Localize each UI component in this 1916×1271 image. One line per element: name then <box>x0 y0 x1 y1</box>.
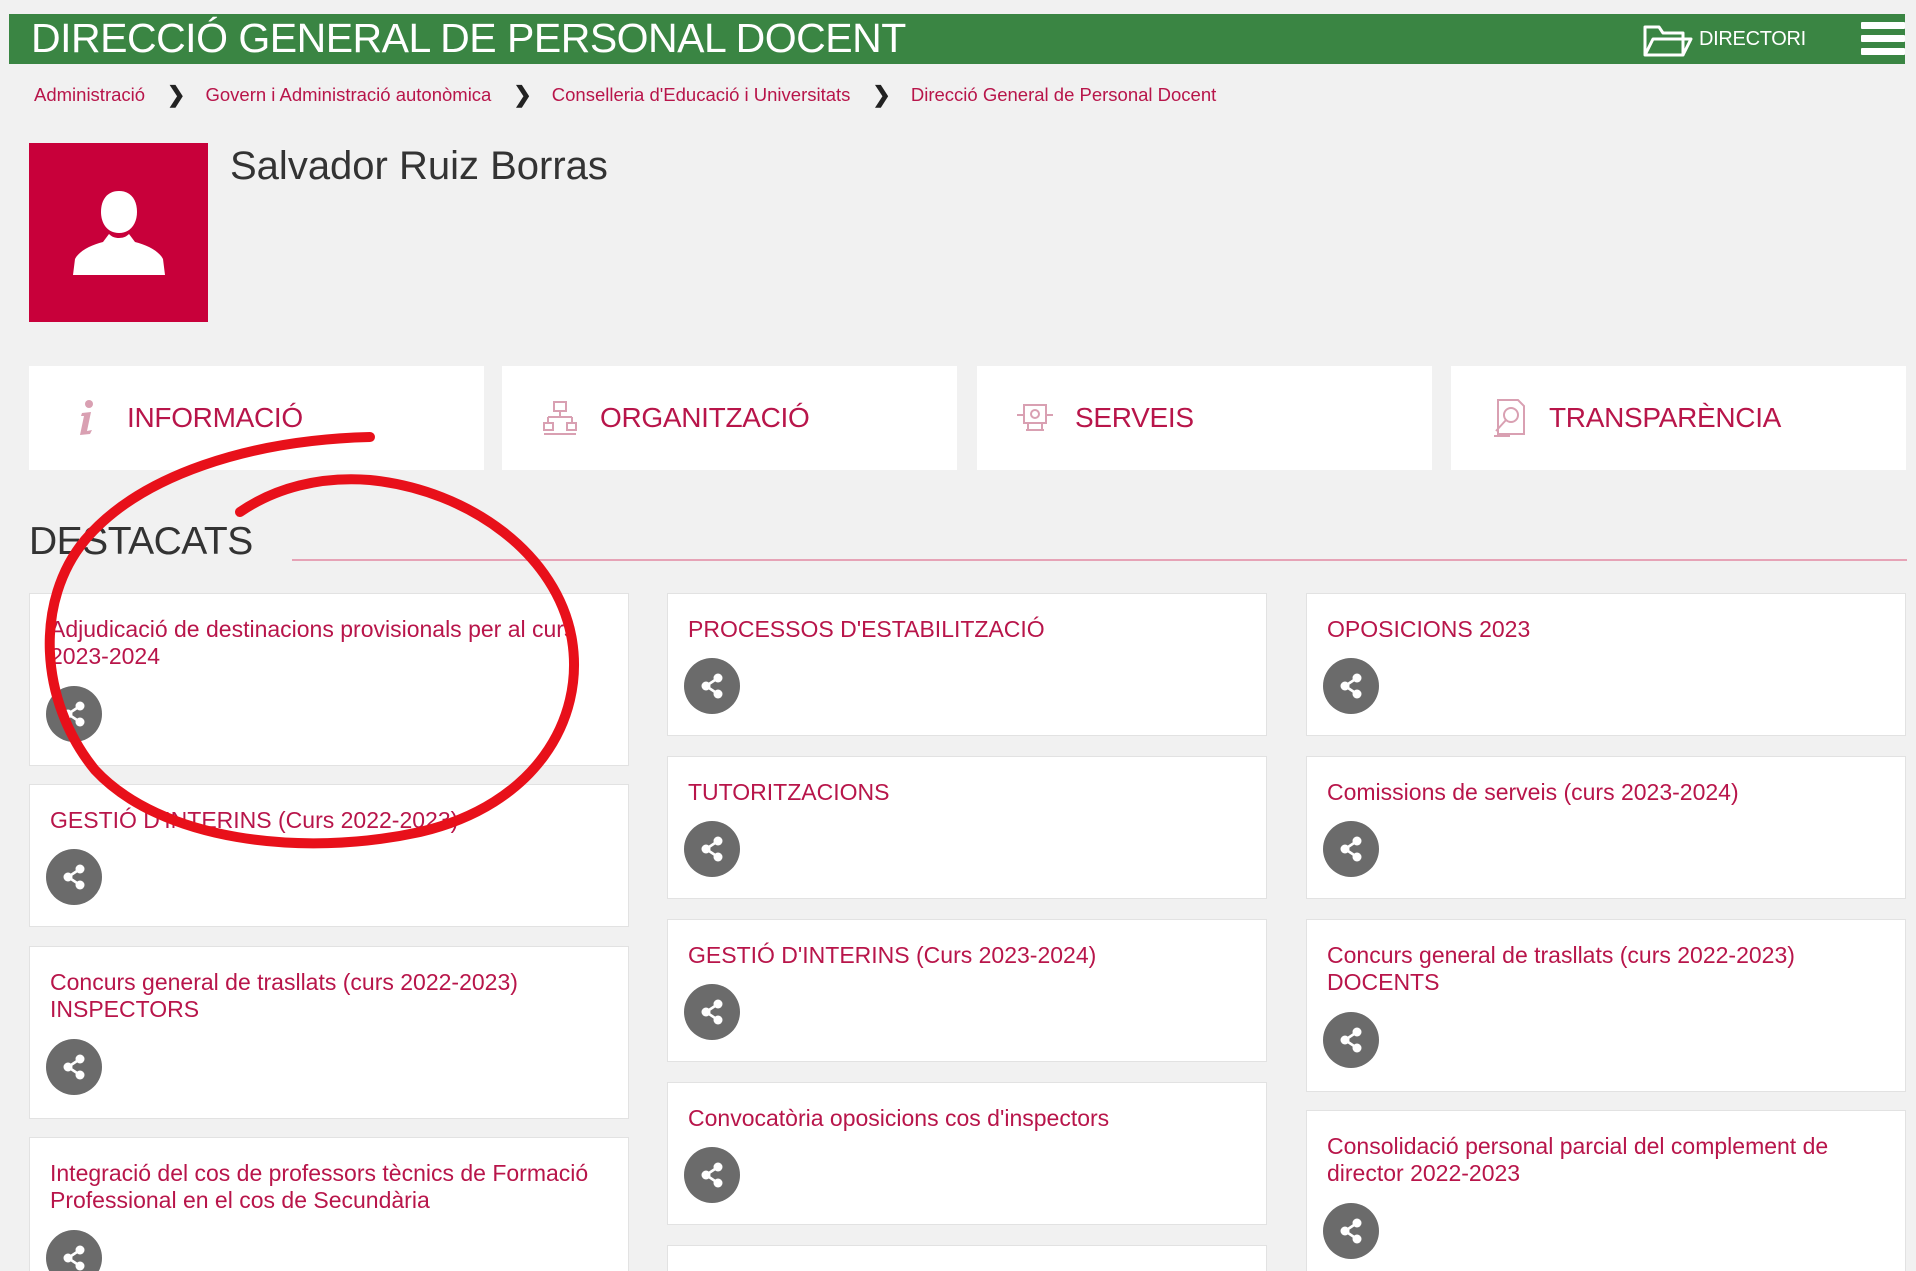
card-title: Integració del cos de professors tècnics… <box>50 1160 589 1213</box>
directori-label: DIRECTORI <box>1699 27 1806 50</box>
card-concurs-docents[interactable]: Concurs general de trasllats (curs 2022-… <box>1306 919 1906 1092</box>
folder-icon <box>1643 25 1693 57</box>
avatar <box>29 143 208 322</box>
card-title: Comissions de serveis (curs 2023-2024) <box>1327 779 1739 805</box>
card-consolidacio-director[interactable]: Consolidació personal parcial del comple… <box>1306 1110 1906 1271</box>
share-icon[interactable] <box>46 686 102 742</box>
card-title: Consolidació personal parcial del comple… <box>1327 1133 1829 1186</box>
card-partial[interactable] <box>667 1245 1267 1271</box>
top-bar: DIRECCIÓ GENERAL DE PERSONAL DOCENT DIRE… <box>9 14 1905 64</box>
card-oposicions-2023[interactable]: OPOSICIONS 2023 <box>1306 593 1906 736</box>
hamburger-menu-icon[interactable] <box>1861 22 1905 56</box>
section-title: DESTACATS <box>29 520 253 563</box>
chevron-right-icon: ❯ <box>167 82 186 107</box>
card-title: Concurs general de trasllats (curs 2022-… <box>1327 942 1795 995</box>
tab-informacio-label: INFORMACIÓ <box>127 402 303 433</box>
share-icon[interactable] <box>46 1039 102 1095</box>
share-icon[interactable] <box>1323 658 1379 714</box>
card-title: PROCESSOS D'ESTABILITZACIÓ <box>688 616 1045 642</box>
share-icon[interactable] <box>684 658 740 714</box>
share-icon[interactable] <box>1323 1012 1379 1068</box>
share-icon[interactable] <box>684 821 740 877</box>
card-adjudicacio[interactable]: Adjudicació de destinacions provisionals… <box>29 593 629 766</box>
card-title: OPOSICIONS 2023 <box>1327 616 1531 642</box>
tab-serveis[interactable]: SERVEIS <box>977 366 1432 470</box>
tab-transparencia-label: TRANSPARÈNCIA <box>1549 402 1782 433</box>
breadcrumb: Administració ❯ Govern i Administració a… <box>34 82 1216 108</box>
card-comissions-serveis[interactable]: Comissions de serveis (curs 2023-2024) <box>1306 756 1906 899</box>
org-chart-icon <box>540 398 580 438</box>
chevron-right-icon: ❯ <box>872 82 891 107</box>
tab-organitzacio[interactable]: ORGANITZACIÓ <box>502 366 957 470</box>
card-title: Convocatòria oposicions cos d'inspectors <box>688 1105 1110 1131</box>
tab-informacio[interactable]: INFORMACIÓ <box>29 366 484 470</box>
section-divider <box>292 559 1907 561</box>
share-icon[interactable] <box>684 1147 740 1203</box>
user-silhouette-icon <box>73 191 165 275</box>
share-icon[interactable] <box>684 984 740 1040</box>
card-integracio-professors[interactable]: Integració del cos de professors tècnics… <box>29 1137 629 1271</box>
share-icon[interactable] <box>46 1230 102 1271</box>
info-icon <box>67 398 107 438</box>
breadcrumb-item-conselleria[interactable]: Conselleria d'Educació i Universitats <box>552 84 851 106</box>
tab-organitzacio-label: ORGANITZACIÓ <box>600 402 810 433</box>
card-concurs-inspectors[interactable]: Concurs general de trasllats (curs 2022-… <box>29 946 629 1119</box>
card-title: Concurs general de trasllats (curs 2022-… <box>50 969 518 1022</box>
card-processos-estabilitzacio[interactable]: PROCESSOS D'ESTABILITZACIÓ <box>667 593 1267 736</box>
card-gestio-interins-2022[interactable]: GESTIÓ D'INTERINS (Curs 2022-2023) <box>29 784 629 927</box>
share-icon[interactable] <box>1323 821 1379 877</box>
site-title[interactable]: DIRECCIÓ GENERAL DE PERSONAL DOCENT <box>31 18 906 59</box>
card-title: Adjudicació de destinacions provisionals… <box>50 616 576 669</box>
tab-transparencia[interactable]: TRANSPARÈNCIA <box>1451 366 1906 470</box>
chevron-right-icon: ❯ <box>513 82 532 107</box>
document-search-icon <box>1489 398 1529 438</box>
share-icon[interactable] <box>1323 1203 1379 1259</box>
breadcrumb-item-govern[interactable]: Govern i Administració autonòmica <box>205 84 491 106</box>
breadcrumb-item-administracio[interactable]: Administració <box>34 84 145 106</box>
share-icon[interactable] <box>46 849 102 905</box>
directori-button[interactable]: DIRECTORI <box>1641 19 1806 59</box>
card-convocatoria-inspectors[interactable]: Convocatòria oposicions cos d'inspectors <box>667 1082 1267 1225</box>
card-gestio-interins-2023[interactable]: GESTIÓ D'INTERINS (Curs 2023-2024) <box>667 919 1267 1062</box>
card-title: GESTIÓ D'INTERINS (Curs 2023-2024) <box>688 942 1097 968</box>
card-title: GESTIÓ D'INTERINS (Curs 2022-2023) <box>50 807 459 833</box>
person-name: Salvador Ruiz Borras <box>230 144 608 188</box>
breadcrumb-item-direccio[interactable]: Direcció General de Personal Docent <box>911 84 1216 106</box>
services-icon <box>1015 398 1055 438</box>
card-tutoritzacions[interactable]: TUTORITZACIONS <box>667 756 1267 899</box>
tab-serveis-label: SERVEIS <box>1075 402 1194 433</box>
card-title: TUTORITZACIONS <box>688 779 890 805</box>
